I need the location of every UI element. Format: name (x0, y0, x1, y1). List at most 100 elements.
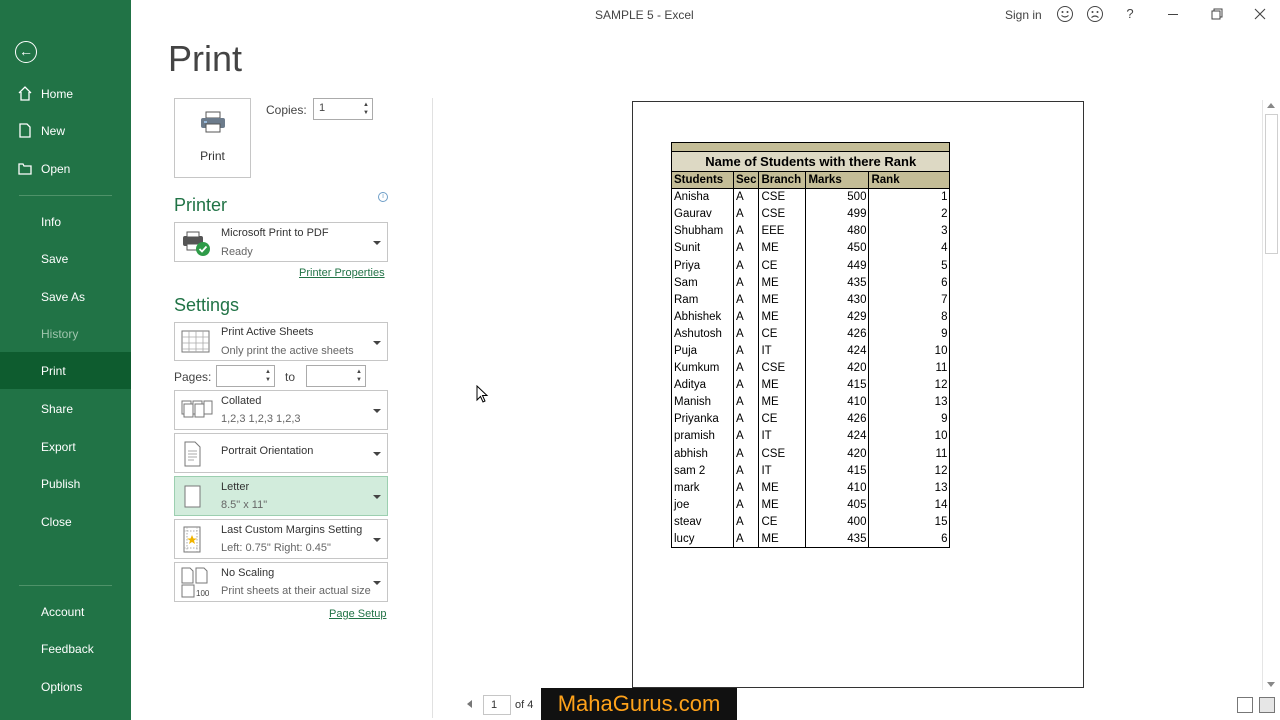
pages-to-input[interactable]: ▲ ▼ (306, 365, 366, 387)
table-cell: 424 (805, 427, 870, 445)
page-number-input[interactable]: 1 (483, 695, 511, 715)
settings-section-title: Settings (174, 295, 240, 315)
table-cell: A (732, 239, 760, 257)
scroll-down-icon[interactable] (1267, 682, 1275, 687)
column-header: Students (671, 170, 734, 190)
table-cell: 415 (805, 376, 870, 394)
copies-stepper[interactable]: 1 ▲ ▼ (313, 98, 373, 120)
printer-ready-icon (183, 231, 210, 256)
chevron-down-icon (373, 341, 381, 345)
smile-feedback-icon[interactable] (1057, 6, 1073, 22)
nav-feedback[interactable]: Feedback (0, 630, 131, 667)
nav-options[interactable]: Options (0, 668, 131, 705)
nav-account[interactable]: Account (0, 593, 131, 630)
close-icon[interactable] (1252, 6, 1268, 22)
nav-new-label: New (41, 123, 66, 138)
table-cell: 15 (868, 513, 951, 531)
margins-main: Last Custom Margins Setting (221, 524, 363, 536)
minimize-icon[interactable] (1165, 6, 1181, 22)
spin-up-icon[interactable]: ▲ (356, 369, 362, 376)
info-icon[interactable]: i (378, 192, 388, 202)
table-cell: A (732, 342, 760, 360)
printer-dropdown[interactable]: Microsoft Print to PDF Ready (174, 222, 388, 262)
nav-save-as[interactable]: Save As (0, 278, 131, 315)
show-margins-icon[interactable] (1237, 697, 1253, 713)
previous-page-icon[interactable] (467, 700, 472, 708)
table-cell: Priyanka (671, 410, 734, 428)
table-cell: 420 (805, 359, 870, 377)
nav-home[interactable]: Home (0, 75, 131, 112)
printer-section-title: Printer (174, 195, 228, 215)
scaling-dropdown[interactable]: 100 No Scaling Print sheets at their act… (174, 562, 388, 602)
mouse-cursor-icon (476, 385, 489, 403)
table-cell: Aditya (671, 376, 734, 394)
nav-share[interactable]: Share (0, 390, 131, 427)
table-cell: 400 (805, 513, 870, 531)
chevron-down-icon (373, 538, 381, 542)
back-arrow-icon[interactable]: ← (15, 41, 37, 63)
spin-up-icon[interactable]: ▲ (363, 102, 369, 109)
collation-dropdown[interactable]: Collated 1,2,3 1,2,3 1,2,3 (174, 390, 388, 430)
help-icon[interactable]: ? (1122, 6, 1138, 22)
table-cell: 6 (868, 274, 951, 292)
nav-open[interactable]: Open (0, 150, 131, 187)
table-cell: lucy (671, 530, 734, 549)
print-what-dropdown[interactable]: Print Active Sheets Only print the activ… (174, 322, 388, 361)
table-cell: Sunit (671, 239, 734, 257)
printer-properties-link[interactable]: Printer Properties (299, 267, 385, 279)
orientation-dropdown[interactable]: Portrait Orientation (174, 433, 388, 473)
scaling-main: No Scaling (221, 567, 275, 579)
nav-info[interactable]: Info (0, 203, 131, 240)
scroll-up-icon[interactable] (1267, 103, 1275, 108)
table-row: Abhishek A ME 429 8 (671, 308, 951, 326)
copies-value: 1 (319, 102, 326, 114)
table-row: Aditya A ME 415 12 (671, 376, 951, 394)
frown-feedback-icon[interactable] (1087, 6, 1103, 22)
table-cell: A (732, 291, 760, 309)
table-cell: A (732, 445, 760, 463)
table-row: Priyanka A CE 426 9 (671, 410, 951, 428)
nav-share-label: Share (41, 401, 74, 416)
spin-up-icon[interactable]: ▲ (265, 369, 271, 376)
page-setup-link[interactable]: Page Setup (329, 608, 387, 620)
column-header: Rank (868, 170, 951, 190)
table-row: Anisha A CSE 500 1 (671, 188, 951, 206)
printer-icon (201, 111, 225, 133)
nav-save[interactable]: Save (0, 240, 131, 277)
spin-down-icon[interactable]: ▼ (265, 377, 271, 384)
nav-publish[interactable]: Publish (0, 465, 131, 502)
paper-size-dropdown[interactable]: Letter 8.5" x 11" (174, 476, 388, 516)
window-title: SAMPLE 5 - Excel (595, 8, 694, 22)
table-cell: 499 (805, 205, 870, 223)
restore-icon[interactable] (1209, 6, 1225, 22)
table-cell: A (732, 479, 760, 497)
sign-in-link[interactable]: Sign in (1005, 8, 1042, 22)
print-button[interactable]: Print (174, 98, 251, 178)
table-cell: A (732, 513, 760, 531)
pages-from-input[interactable]: ▲ ▼ (216, 365, 275, 387)
nav-new[interactable]: New (0, 112, 131, 149)
preview-scrollbar[interactable] (1262, 100, 1278, 690)
spin-down-icon[interactable]: ▼ (356, 377, 362, 384)
nav-close[interactable]: Close (0, 503, 131, 540)
zoom-to-page-icon[interactable] (1259, 697, 1275, 713)
nav-save-label: Save (41, 251, 69, 266)
margins-dropdown[interactable]: Last Custom Margins Setting Left: 0.75" … (174, 519, 388, 559)
table-cell: Priya (671, 256, 734, 275)
scroll-thumb[interactable] (1265, 114, 1278, 254)
paper-size-sub: 8.5" x 11" (221, 499, 268, 511)
nav-print[interactable]: Print (0, 352, 131, 389)
table-cell: ME (758, 530, 807, 549)
no-scaling-icon: 100 (181, 567, 210, 598)
nav-history: History (0, 315, 131, 352)
chevron-down-icon (373, 452, 381, 456)
spin-down-icon[interactable]: ▼ (363, 110, 369, 117)
nav-export[interactable]: Export (0, 428, 131, 465)
table-cell: A (732, 325, 760, 343)
orientation-main: Portrait Orientation (221, 445, 314, 457)
table-cell: CE (758, 410, 807, 428)
chevron-down-icon (373, 495, 381, 499)
table-cell: mark (671, 479, 734, 497)
table-cell: 449 (805, 256, 870, 275)
backstage-nav: ← Home New Open Info Save Save As Histor… (0, 0, 131, 720)
